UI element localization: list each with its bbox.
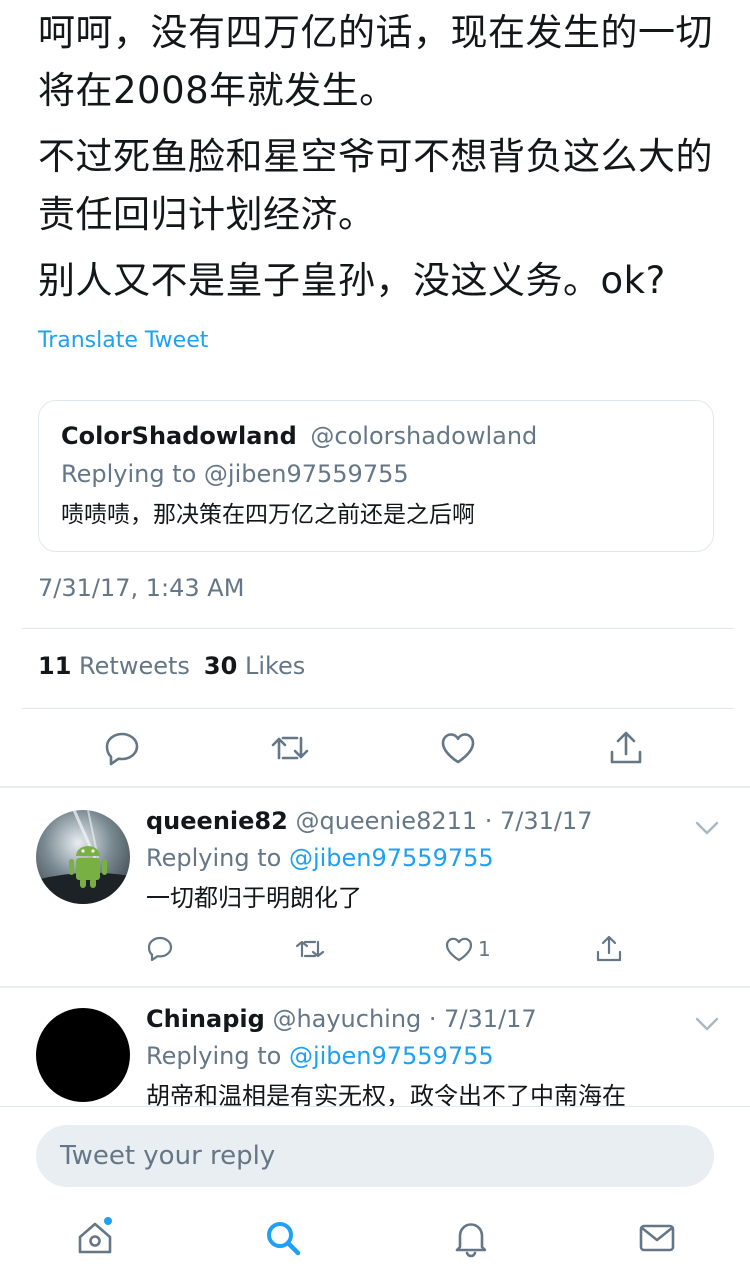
likes-stat[interactable]: 30 Likes <box>204 652 305 680</box>
translate-tweet-link[interactable]: Translate Tweet <box>38 328 208 353</box>
reply-content: queenie82 @queenie8211 · 7/31/17 Replyin… <box>146 804 710 918</box>
reply-mention-link[interactable]: @jiben97559755 <box>289 1042 494 1070</box>
reply-replying-to: Replying to @jiben97559755 <box>146 1036 710 1076</box>
home-icon[interactable] <box>74 1217 116 1259</box>
search-icon[interactable] <box>262 1217 304 1259</box>
retweets-count: 11 <box>38 652 72 680</box>
android-figure-avatar[interactable] <box>36 810 130 904</box>
like-heart-icon[interactable] <box>444 934 474 964</box>
reply-mention-link[interactable]: @jiben97559755 <box>289 844 494 872</box>
reply-like-count: 1 <box>478 937 491 961</box>
likes-count: 30 <box>203 652 238 680</box>
reply-text: 胡帝和温相是有实无权，政令出不了中南海在 <box>146 1082 626 1106</box>
notifications-bell-icon[interactable] <box>450 1217 492 1259</box>
notification-dot <box>104 1217 112 1225</box>
tab-bar <box>0 1207 750 1280</box>
replying-to-label: Replying to <box>146 844 289 872</box>
retweet-icon[interactable] <box>295 934 325 964</box>
quoted-tweet-card[interactable]: ColorShadowland @colorshadowland Replyin… <box>38 400 714 552</box>
share-icon[interactable] <box>594 934 624 964</box>
tweet-paragraph: 呵呵，没有四万亿的话，现在发生的一切将在2008年就发生。 <box>38 11 713 112</box>
reply-tweet[interactable]: queenie82 @queenie8211 · 7/31/17 Replyin… <box>0 788 750 986</box>
quoted-author-name: ColorShadowland <box>61 422 297 450</box>
tweet-paragraph: 别人又不是皇子皇孙，没这义务。ok? <box>38 259 666 302</box>
reply-text: 一切都归于明朗化了 <box>146 884 362 912</box>
replying-to-label: Replying to <box>146 1042 289 1070</box>
quoted-tweet-text: 啧啧啧，那决策在四万亿之前还是之后啊 <box>61 502 475 528</box>
reply-header: queenie82 @queenie8211 · 7/31/17 <box>146 804 710 838</box>
quoted-tweet-header: ColorShadowland @colorshadowland <box>61 419 691 453</box>
quoted-replying-to: Replying to @jiben97559755 <box>61 460 409 488</box>
tweet-paragraph: 不过死鱼脸和星空爷可不想背负这么大的责任回归计划经济。 <box>38 135 713 236</box>
bottom-bar: Tweet your reply <box>0 1106 750 1280</box>
reply-icon[interactable] <box>145 934 175 964</box>
reply-author-name[interactable]: Chinapig <box>146 1005 265 1033</box>
tweet-stats: 11 Retweets 30 Likes <box>38 652 305 680</box>
divider <box>22 708 734 709</box>
retweet-icon[interactable] <box>270 728 310 768</box>
black-circle-avatar[interactable] <box>36 1008 130 1102</box>
reply-tweet[interactable]: Chinapig @hayuching · 7/31/17 Replying t… <box>0 988 750 1106</box>
reply-author-name[interactable]: queenie82 <box>146 807 288 835</box>
reply-header: Chinapig @hayuching · 7/31/17 <box>146 1002 710 1036</box>
likes-label: Likes <box>244 652 306 680</box>
messages-envelope-icon[interactable] <box>636 1217 678 1259</box>
reply-replying-to: Replying to @jiben97559755 <box>146 838 710 878</box>
reply-author-meta: @hayuching · 7/31/17 <box>272 1005 537 1033</box>
tweet-action-bar <box>0 722 750 776</box>
reply-icon[interactable] <box>102 728 142 768</box>
chevron-down-icon[interactable] <box>694 820 720 836</box>
reply-action-bar: 1 <box>0 934 750 970</box>
divider <box>22 628 734 629</box>
reply-author-meta: @queenie8211 · 7/31/17 <box>295 807 593 835</box>
chevron-down-icon[interactable] <box>694 1016 720 1032</box>
share-icon[interactable] <box>606 728 646 768</box>
tweet-reply-input[interactable]: Tweet your reply <box>36 1125 714 1187</box>
quoted-author-handle: @colorshadowland <box>310 422 538 450</box>
retweets-label: Retweets <box>79 652 190 680</box>
retweets-stat[interactable]: 11 Retweets <box>38 652 190 680</box>
tweet-timestamp: 7/31/17, 1:43 AM <box>38 574 245 602</box>
reply-content: Chinapig @hayuching · 7/31/17 Replying t… <box>146 1002 710 1106</box>
like-heart-icon[interactable] <box>438 728 478 768</box>
tweet-text: 呵呵，没有四万亿的话，现在发生的一切将在2008年就发生。 不过死鱼脸和星空爷可… <box>38 4 728 318</box>
